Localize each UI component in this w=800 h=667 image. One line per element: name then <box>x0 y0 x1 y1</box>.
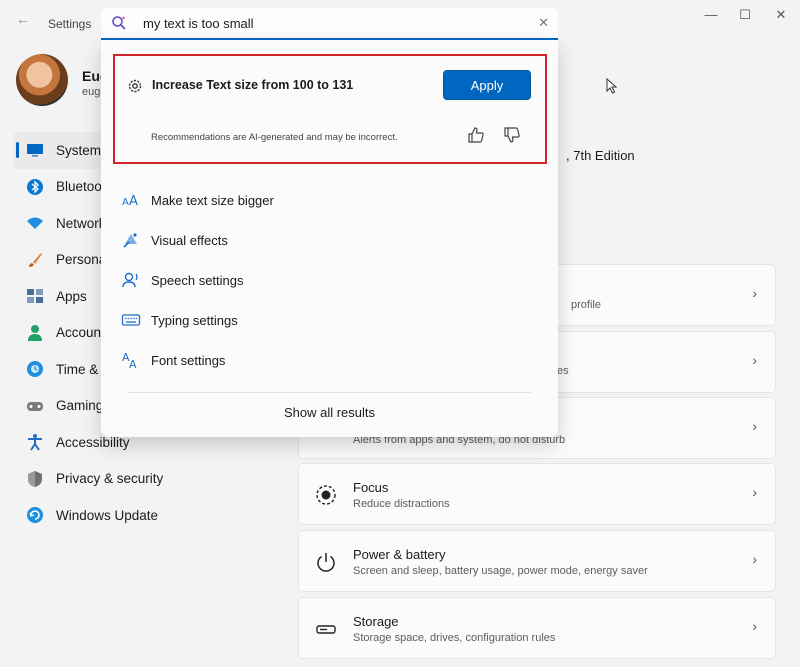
sidebar-item-label: Network <box>56 215 106 231</box>
windows-edition-text: , 7th Edition <box>566 148 635 163</box>
storage-icon <box>316 625 336 634</box>
chevron-right-icon: › <box>752 285 757 301</box>
sidebar-item-windows-update[interactable]: Windows Update <box>14 497 244 534</box>
gear-icon <box>128 79 142 93</box>
svg-text:A: A <box>122 197 129 208</box>
divider <box>127 392 531 393</box>
update-icon <box>27 507 43 524</box>
brush-icon <box>29 252 42 267</box>
text-size-icon: AA <box>122 194 138 209</box>
sidebar-item-label: Windows Update <box>56 507 159 523</box>
sidebar-item-label: Accessibility <box>56 434 130 450</box>
result-font-settings[interactable]: AA Font settings <box>121 345 541 375</box>
close-icon[interactable]: ✕ <box>766 6 796 24</box>
thumbs-down-icon[interactable] <box>503 126 521 144</box>
settings-card-power-battery[interactable]: Power & battery Screen and sleep, batter… <box>298 530 776 592</box>
power-icon <box>317 553 335 572</box>
apps-icon <box>27 289 43 304</box>
chevron-right-icon: › <box>752 551 757 567</box>
chevron-right-icon: › <box>752 418 757 434</box>
avatar <box>16 54 68 106</box>
minimize-icon[interactable]: — <box>696 6 726 24</box>
sidebar-item-label: Apps <box>56 288 87 304</box>
clock-globe-icon <box>27 361 43 378</box>
shield-icon <box>28 470 42 487</box>
show-all-results-button[interactable]: Show all results <box>101 405 558 420</box>
chevron-right-icon: › <box>752 484 757 500</box>
card-title: Focus <box>353 480 389 495</box>
wifi-icon <box>27 217 43 230</box>
keyboard-icon <box>121 314 141 326</box>
focus-icon <box>316 485 336 505</box>
search-input[interactable]: my text is too small <box>143 16 254 31</box>
bluetooth-icon <box>27 178 43 195</box>
settings-card-storage[interactable]: Storage Storage space, drives, configura… <box>298 597 776 659</box>
sidebar-item-label: System <box>56 142 102 158</box>
card-title: Storage <box>353 614 399 629</box>
clear-icon[interactable]: ✕ <box>538 15 549 31</box>
person-icon <box>28 324 42 341</box>
profile-email: eug <box>82 86 101 98</box>
svg-text:A: A <box>129 194 138 209</box>
card-subtitle: Screen and sleep, battery usage, power m… <box>353 565 648 577</box>
accessibility-icon <box>28 434 42 451</box>
sidebar-item-label: Gaming <box>56 398 104 414</box>
chevron-right-icon: › <box>752 352 757 368</box>
result-typing-settings[interactable]: Typing settings <box>121 305 541 335</box>
result-make-text-size-bigger[interactable]: AA Make text size bigger <box>121 185 541 215</box>
result-label: Font settings <box>151 352 226 368</box>
thumbs-up-icon[interactable] <box>467 126 485 144</box>
ai-disclaimer: Recommendations are AI-generated and may… <box>151 132 398 143</box>
maximize-icon[interactable]: ☐ <box>730 6 760 24</box>
card-subtitle: profile <box>571 299 601 311</box>
result-label: Speech settings <box>151 272 244 288</box>
sidebar-item-label: Time & <box>56 361 99 377</box>
result-label: Make text size bigger <box>151 192 274 208</box>
result-label: Visual effects <box>151 232 228 248</box>
card-subtitle: Reduce distractions <box>353 498 450 510</box>
card-subtitle: Storage space, drives, configuration rul… <box>353 632 556 644</box>
mouse-cursor-icon <box>606 78 618 94</box>
sidebar-item-label: Privacy & security <box>56 471 164 487</box>
ai-recommendation-card: Increase Text size from 100 to 131 Apply… <box>113 54 547 164</box>
sidebar-item-privacy-security[interactable]: Privacy & security <box>14 461 244 498</box>
result-label: Typing settings <box>151 312 238 328</box>
result-visual-effects[interactable]: Visual effects <box>121 225 541 255</box>
copilot-search-icon <box>112 16 126 30</box>
svg-text:A: A <box>129 358 137 370</box>
visual-effects-icon <box>123 233 137 248</box>
monitor-icon <box>27 144 43 157</box>
sidebar-item-label: Account <box>56 325 105 341</box>
back-arrow-icon[interactable]: ← <box>14 10 32 28</box>
recommendation-title: Increase Text size from 100 to 131 <box>152 78 354 92</box>
settings-window: ← Settings — ☐ ✕ Eug eug System Bluetoo … <box>0 0 800 667</box>
sidebar-item-label: Persona <box>56 252 107 268</box>
speech-icon <box>122 272 138 288</box>
result-speech-settings[interactable]: Speech settings <box>121 265 541 295</box>
apply-button[interactable]: Apply <box>443 70 531 100</box>
chevron-right-icon: › <box>752 618 757 634</box>
settings-card-focus[interactable]: Focus Reduce distractions › <box>298 463 776 525</box>
user-profile[interactable]: Eug eug <box>16 54 108 106</box>
card-title: Power & battery <box>353 547 446 562</box>
sidebar-item-label: Bluetoo <box>56 179 102 195</box>
gamepad-icon <box>27 401 43 411</box>
font-icon: AA <box>122 351 137 370</box>
app-title: Settings <box>48 17 92 31</box>
search-box[interactable]: my text is too small ✕ <box>101 8 558 40</box>
card-subtitle: es <box>557 365 569 377</box>
search-results-popup: Increase Text size from 100 to 131 Apply… <box>101 40 558 437</box>
